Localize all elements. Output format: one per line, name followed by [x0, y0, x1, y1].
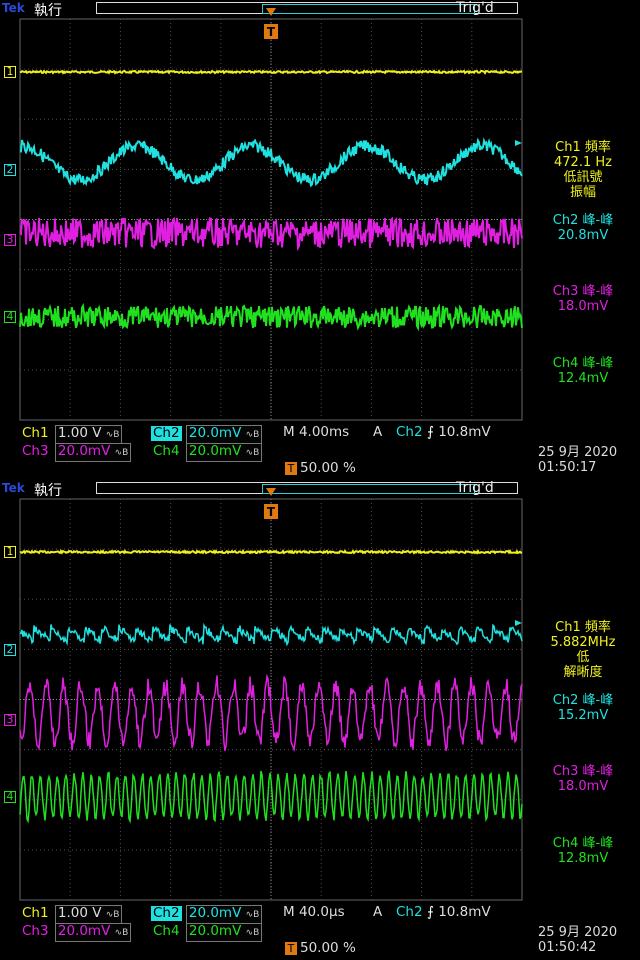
- scope-screen-2: Tek 執行 Trig'd T 1 2 3 4 Ch1 頻率 5.882MHz …: [0, 480, 640, 960]
- trigger-position[interactable]: T 50.00 %: [285, 941, 356, 956]
- measurement-ch2: Ch2 峰-峰 20.8mV: [552, 213, 614, 243]
- ch3-marker[interactable]: 3: [0, 234, 20, 246]
- ch1-trace: [19, 69, 523, 75]
- trigger-level-arrow: [515, 140, 522, 146]
- ch2-marker[interactable]: 2: [0, 164, 20, 176]
- bandwidth-icon: ∿B: [114, 448, 129, 458]
- trigger-mode: A: [373, 424, 383, 440]
- bandwidth-icon: ∿B: [114, 928, 129, 938]
- bandwidth-icon: ∿B: [245, 430, 260, 440]
- bandwidth-icon: ∿B: [105, 430, 120, 440]
- ch3-scale-readout[interactable]: Ch3 20.0mV ∿B: [20, 443, 132, 462]
- trigger-icon: T: [285, 942, 297, 955]
- ch2-scale-readout[interactable]: Ch2 20.0mV ∿B: [151, 425, 263, 444]
- rising-edge-icon: ⨍: [426, 424, 439, 440]
- trigger-level-arrow: [515, 620, 522, 626]
- timebase-readout[interactable]: M 40.0µs: [283, 905, 345, 920]
- svg-text:T: T: [267, 25, 276, 39]
- trigger-icon: T: [285, 462, 297, 475]
- ch4-trace: [19, 302, 523, 332]
- ch1-marker[interactable]: 1: [0, 546, 20, 558]
- datetime: 25 9月 2020 01:50:42: [538, 925, 618, 955]
- measurement-ch1: Ch1 頻率 472.1 Hz 低訊號 振幅: [554, 140, 612, 200]
- svg-text:T: T: [267, 505, 276, 519]
- scope-screen-1: Tek 執行 Trig'd T 1 2 3 4 Ch1 頻率 472.1 Hz …: [0, 0, 640, 480]
- ch2-marker[interactable]: 2: [0, 644, 20, 656]
- trigger-position[interactable]: T 50.00 %: [285, 461, 356, 476]
- measurement-ch3: Ch3 峰-峰 18.0mV: [552, 764, 614, 794]
- timebase-readout[interactable]: M 4.00ms: [283, 425, 349, 440]
- measurement-ch3: Ch3 峰-峰 18.0mV: [552, 284, 614, 314]
- measurement-ch2: Ch2 峰-峰 15.2mV: [552, 693, 614, 723]
- ch1-trace: [19, 548, 523, 555]
- rising-edge-icon: ⨍: [426, 904, 439, 920]
- ch3-scale-readout[interactable]: Ch3 20.0mV ∿B: [20, 923, 132, 942]
- measurement-ch4: Ch4 峰-峰 12.4mV: [552, 356, 614, 386]
- trigger-readout[interactable]: Ch2 ⨍ 10.8mV: [396, 905, 491, 920]
- ch4-scale-readout[interactable]: Ch4 20.0mV ∿B: [151, 923, 263, 942]
- bandwidth-icon: ∿B: [245, 928, 260, 938]
- ch3-marker[interactable]: 3: [0, 714, 20, 726]
- ch1-scale-readout[interactable]: Ch1 1.00 V ∿B: [20, 905, 123, 924]
- measurement-ch4: Ch4 峰-峰 12.8mV: [552, 836, 614, 866]
- bandwidth-icon: ∿B: [105, 910, 120, 920]
- measurement-ch1: Ch1 頻率 5.882MHz 低 解晰度: [550, 620, 616, 680]
- ch4-scale-readout[interactable]: Ch4 20.0mV ∿B: [151, 443, 263, 462]
- ch4-marker[interactable]: 4: [0, 791, 20, 803]
- trigger-readout[interactable]: Ch2 ⨍ 10.8mV: [396, 425, 491, 440]
- bandwidth-icon: ∿B: [245, 910, 260, 920]
- bandwidth-icon: ∿B: [245, 448, 260, 458]
- datetime: 25 9月 2020 01:50:17: [538, 445, 618, 475]
- ch1-scale-readout[interactable]: Ch1 1.00 V ∿B: [20, 425, 123, 444]
- ch2-scale-readout[interactable]: Ch2 20.0mV ∿B: [151, 905, 263, 924]
- ch1-marker[interactable]: 1: [0, 66, 20, 78]
- ch4-marker[interactable]: 4: [0, 311, 20, 323]
- trigger-mode: A: [373, 904, 383, 920]
